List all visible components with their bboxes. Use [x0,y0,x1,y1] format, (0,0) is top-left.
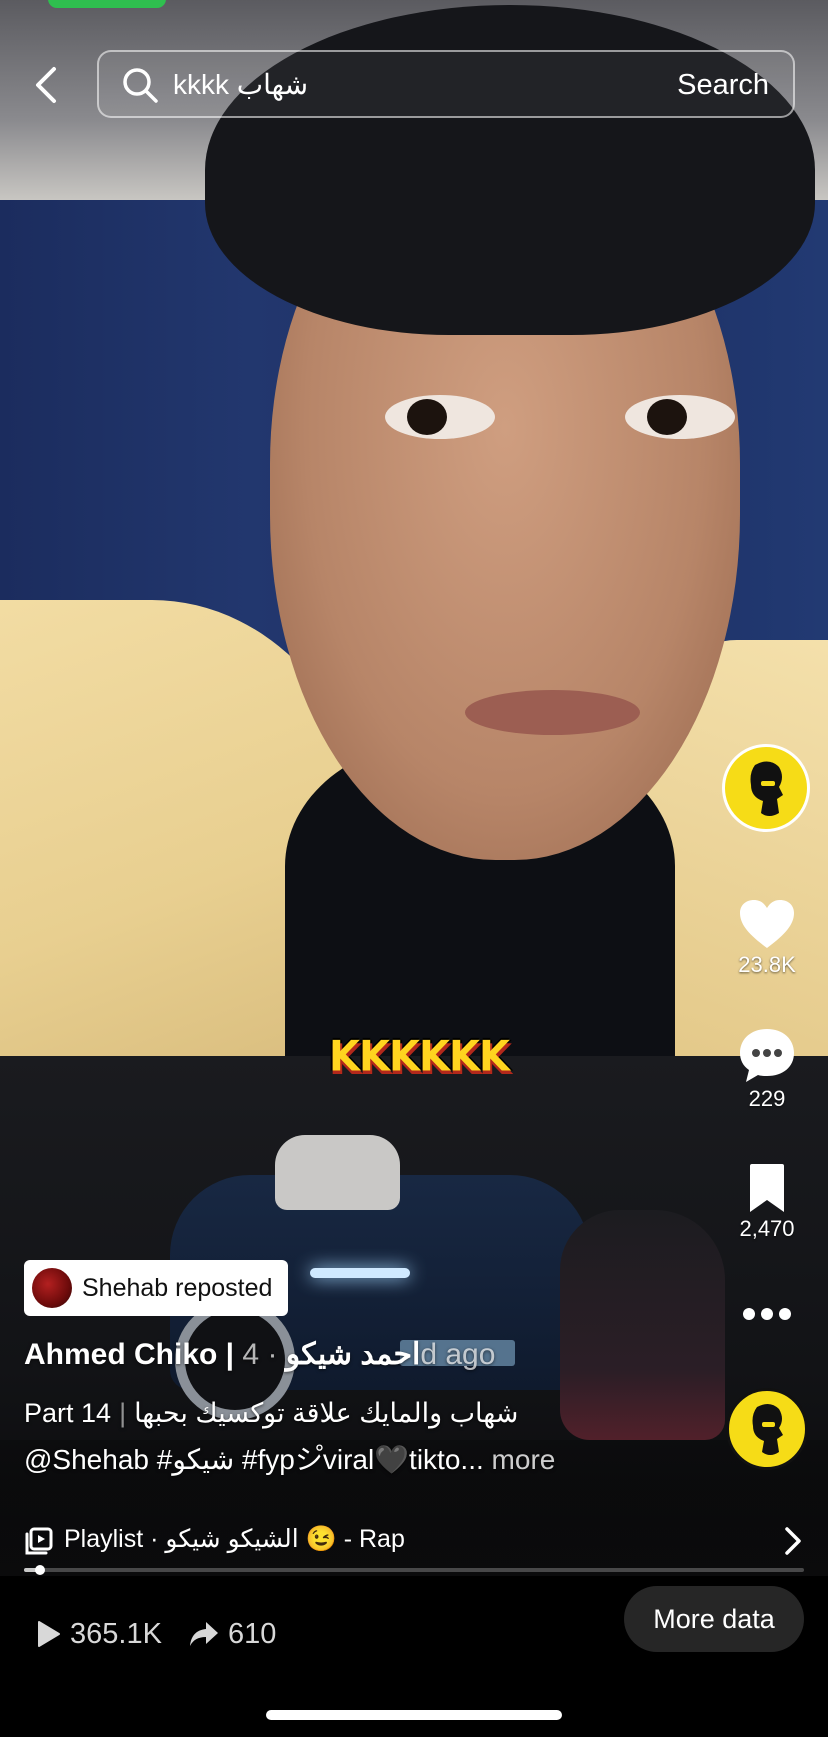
play-icon [38,1621,60,1647]
creator-avatar[interactable] [722,744,810,832]
search-query[interactable]: kkkk شهاب [173,68,308,102]
playlist-bar[interactable]: Playlist · الشيكو شيكو 😉 - Rap [0,1512,828,1568]
video-screen[interactable]: kkkk شهاب Search KKKKKK 23.8K 229 2,470 [0,0,828,1737]
bookmark-icon [750,1164,784,1212]
description-arabic: شهاب والمايك علاقة توكسيك بحبها [134,1398,519,1428]
chevron-left-icon [36,67,56,103]
share-arrow-icon [190,1622,218,1646]
heart-icon [740,900,794,948]
more-link[interactable]: more [484,1444,556,1475]
comment-button[interactable]: 229 [712,1026,822,1112]
video-progress-bar[interactable] [24,1565,804,1575]
video-progress-thumb[interactable] [34,1565,45,1575]
search-button[interactable]: Search [677,66,769,104]
description-line-1: Part 14 | شهاب والمايك علاقة توكسيك بحبها [24,1396,518,1430]
more-options-button[interactable] [712,1306,822,1322]
shares-stat: 610 [188,1616,276,1652]
ellipsis-icon [743,1308,791,1320]
video-eye-right [625,395,735,439]
description-hashtags[interactable]: @Shehab #شيكو #fypシ゚viral🖤tikto... [24,1444,484,1475]
video-caption-text: KKKKKK [329,1032,510,1082]
search-bar[interactable]: kkkk شهاب Search [97,50,795,118]
plays-count: 365.1K [70,1618,162,1650]
more-data-button[interactable]: More data [624,1586,804,1652]
repost-badge[interactable]: Shehab reposted [24,1260,289,1316]
comment-count: 229 [748,1086,786,1111]
video-eye-left [385,395,495,439]
creator-avatar-image [750,761,783,816]
like-button[interactable]: 23.8K [712,898,822,978]
status-bar-icons [638,0,788,6]
save-count: 2,470 [739,1216,795,1241]
description-separator: | [119,1398,127,1428]
plays-stat: 365.1K [36,1616,162,1652]
save-button[interactable]: 2,470 [712,1162,822,1242]
playlist-icon [25,1527,53,1555]
video-crouching-person [560,1210,725,1440]
music-disc-image [752,1403,783,1455]
home-indicator[interactable] [266,1710,562,1720]
author-name[interactable]: Ahmed Chiko | احمد شيكو [24,1338,420,1371]
repost-label: Shehab reposted [82,1274,273,1302]
comment-bubble-icon [740,1029,794,1082]
shares-count: 610 [228,1618,277,1650]
chevron-right-icon [785,1527,801,1555]
description-line-2[interactable]: @Shehab #شيكو #fypシ゚viral🖤tikto... more [24,1442,555,1478]
author-line[interactable]: Ahmed Chiko | احمد شيكو · 4d ago [24,1336,495,1374]
search-icon [123,68,158,103]
playlist-label[interactable]: Playlist · الشيكو شيكو 😉 - Rap [64,1522,405,1556]
reposter-avatar [32,1268,72,1308]
like-count: 23.8K [738,952,796,977]
video-car-light [310,1268,410,1278]
music-disc[interactable] [726,1388,808,1470]
call-status-pill[interactable] [48,0,166,8]
part-label: Part 14 [24,1398,112,1428]
video-bag [275,1135,400,1210]
video-mouth [465,690,640,735]
back-button[interactable] [24,58,68,112]
